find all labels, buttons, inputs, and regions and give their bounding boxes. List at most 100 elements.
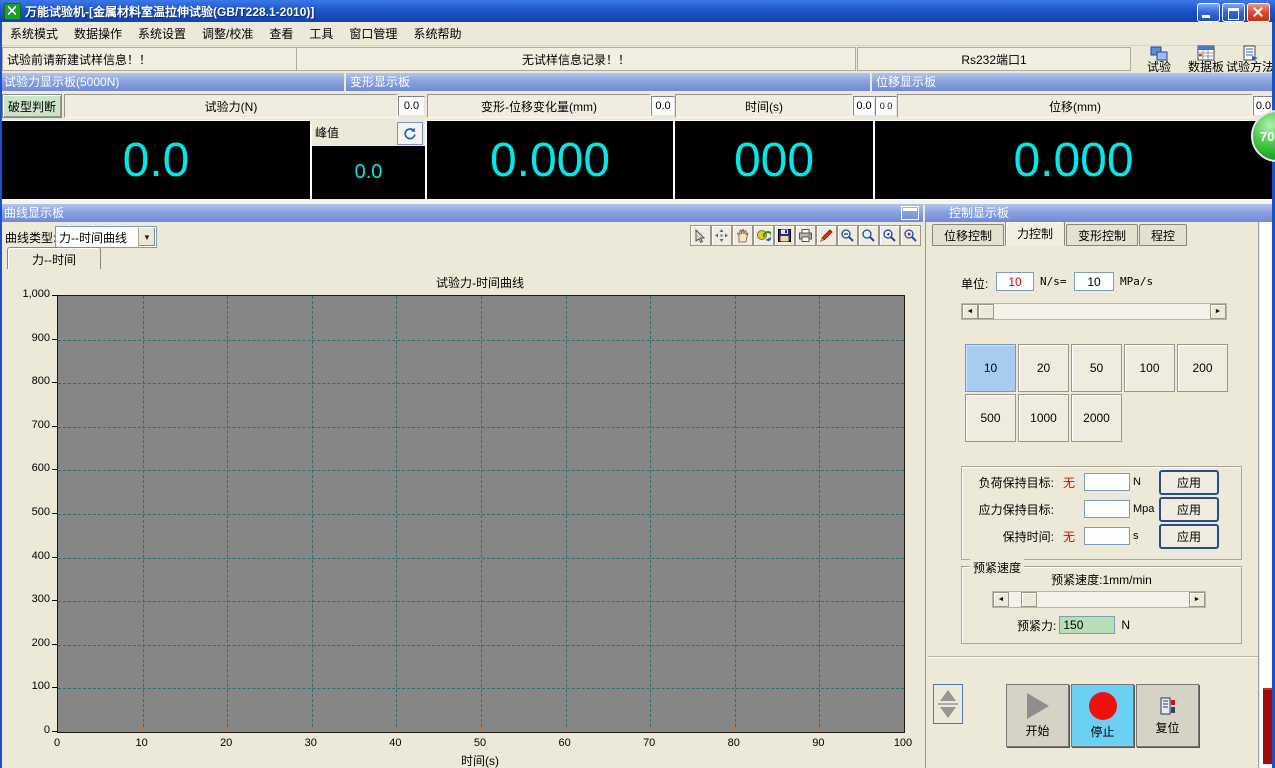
y-tick-mark xyxy=(52,469,57,470)
menu-item-5[interactable]: 查看 xyxy=(261,22,301,45)
rate-scrollbar[interactable]: ◄ ► xyxy=(961,303,1227,320)
test-method-button[interactable]: 试验方法 xyxy=(1226,45,1274,73)
control-tab-4[interactable]: 程控 xyxy=(1139,224,1187,246)
zoom-reset-icon[interactable] xyxy=(900,225,921,246)
pretension-force-input[interactable] xyxy=(1059,616,1115,634)
pretension-scrollbar[interactable]: ◄ ► xyxy=(992,591,1206,608)
stress-hold-input[interactable] xyxy=(1084,500,1130,518)
plot-area[interactable] xyxy=(57,295,905,733)
chart-title: 试验力-时间曲线 xyxy=(57,274,903,291)
scroll-right-arrow-icon[interactable]: ► xyxy=(1210,304,1226,319)
scrollbar-track[interactable] xyxy=(994,304,1210,319)
scrollbar-thumb[interactable] xyxy=(1021,592,1037,607)
speed-button-100[interactable]: 100 xyxy=(1124,344,1175,392)
speed-button-20[interactable]: 20 xyxy=(1018,344,1069,392)
hold-time-row: 保持时间: 无 s 应用 xyxy=(968,524,1235,548)
status-message-center: 无试样信息记录！！ xyxy=(296,47,856,71)
x-tick-label: 90 xyxy=(798,737,838,749)
speed-button-1000[interactable]: 1000 xyxy=(1018,394,1069,442)
rate-n-input[interactable] xyxy=(996,272,1034,291)
select-cursor-icon[interactable] xyxy=(690,225,711,246)
chevron-down-icon[interactable]: ▼ xyxy=(138,227,156,247)
curve-type-select[interactable]: 力--时间曲线 ▼ xyxy=(55,226,157,248)
menu-item-8[interactable]: 系统帮助 xyxy=(405,22,469,45)
zoom-icon[interactable] xyxy=(858,225,879,246)
v-gridline xyxy=(143,296,144,732)
jog-up-icon[interactable] xyxy=(940,690,956,701)
pan-move-icon[interactable] xyxy=(711,225,732,246)
speed-button-10[interactable]: 10 xyxy=(965,344,1016,392)
stress-hold-apply-button[interactable]: 应用 xyxy=(1159,497,1219,522)
chart-region: 试验力-时间曲线 试验力(N) 时间(s) 010020030040050060… xyxy=(0,269,925,768)
pretension-group-title: 预紧速度 xyxy=(970,559,1024,576)
reset-button[interactable]: 复位 xyxy=(1136,684,1199,747)
break-detect-button[interactable]: 破型判断 xyxy=(2,94,62,118)
scroll-left-arrow-icon[interactable]: ◄ xyxy=(993,592,1009,607)
stress-hold-unit: Mpa xyxy=(1130,503,1159,515)
control-tabs: 位移控制力控制变形控制程控 xyxy=(932,223,1188,246)
print-icon[interactable] xyxy=(795,225,816,246)
play-icon xyxy=(1027,693,1049,719)
menu-item-7[interactable]: 窗口管理 xyxy=(341,22,405,45)
speed-button-500[interactable]: 500 xyxy=(965,394,1016,442)
v-gridline xyxy=(396,296,397,732)
y-tick-label: 900 xyxy=(0,332,50,344)
menu-item-6[interactable]: 工具 xyxy=(301,22,341,45)
control-tab-1[interactable]: 位移控制 xyxy=(932,224,1004,246)
load-hold-apply-button[interactable]: 应用 xyxy=(1159,470,1219,495)
panel-restore-icon[interactable] xyxy=(901,206,919,220)
position-indicator-bar xyxy=(1263,688,1272,764)
scroll-left-arrow-icon[interactable]: ◄ xyxy=(962,304,978,319)
deform-display: 0.000 xyxy=(427,121,673,199)
start-button[interactable]: 开始 xyxy=(1006,684,1069,747)
curve-panel-header: 曲线显示板 xyxy=(0,204,923,222)
hold-time-apply-button[interactable]: 应用 xyxy=(1159,524,1219,549)
deform-label: 变形-位移变化量(mm) xyxy=(427,94,651,118)
peak-reset-button[interactable] xyxy=(397,122,423,145)
rate-mpa-input[interactable] xyxy=(1074,272,1114,291)
scrollbar-track[interactable] xyxy=(1037,592,1189,607)
minimize-button[interactable] xyxy=(1197,3,1220,22)
restore-button[interactable] xyxy=(1222,3,1245,22)
menu-item-1[interactable]: 系统模式 xyxy=(2,22,66,45)
load-hold-unit: N xyxy=(1130,476,1159,488)
test-button[interactable]: 试验 xyxy=(1140,45,1178,73)
control-tab-3[interactable]: 变形控制 xyxy=(1066,224,1138,246)
stress-hold-label: 应力保持目标: xyxy=(968,501,1054,518)
y-tick-label: 600 xyxy=(0,462,50,474)
curve-tab-force-time[interactable]: 力--时间 xyxy=(7,247,101,270)
zoom-out-icon[interactable] xyxy=(837,225,858,246)
stress-hold-row: 应力保持目标: Mpa 应用 xyxy=(968,497,1235,521)
unit-eq-label: N/s= xyxy=(1040,275,1067,288)
y-tick-mark xyxy=(52,731,57,732)
hold-time-input[interactable] xyxy=(1084,527,1130,545)
crosshead-jog-control[interactable] xyxy=(933,684,963,724)
menu-item-4[interactable]: 调整/校准 xyxy=(194,22,261,45)
speed-button-2000[interactable]: 2000 xyxy=(1071,394,1122,442)
close-button[interactable] xyxy=(1247,3,1270,22)
hand-pan-icon[interactable] xyxy=(732,225,753,246)
time-display: 000 xyxy=(675,121,873,199)
unit-label: 单位: xyxy=(961,275,988,292)
scrollbar-thumb[interactable] xyxy=(978,304,994,319)
bottom-separator xyxy=(928,656,1259,658)
save-icon[interactable] xyxy=(774,225,795,246)
control-tab-2[interactable]: 力控制 xyxy=(1005,221,1065,246)
refresh-curve-icon[interactable] xyxy=(753,225,774,246)
zoom-window-icon[interactable] xyxy=(879,225,900,246)
stop-button[interactable]: 停止 xyxy=(1071,684,1134,747)
annotate-pen-icon[interactable] xyxy=(816,225,837,246)
scroll-right-arrow-icon[interactable]: ► xyxy=(1189,592,1205,607)
speed-button-200[interactable]: 200 xyxy=(1177,344,1228,392)
menu-item-3[interactable]: 系统设置 xyxy=(130,22,194,45)
force-panel-header: 试验力显示板(5000N) xyxy=(0,73,344,91)
load-hold-input[interactable] xyxy=(1084,473,1130,491)
speed-button-50[interactable]: 50 xyxy=(1071,344,1122,392)
application-window: 万能试验机-[金属材料室温拉伸试验(GB/T228.1-2010)] 系统模式数… xyxy=(0,0,1275,768)
control-panel-header: 控制显示板 xyxy=(925,204,1275,222)
reset-arrow-icon xyxy=(403,127,417,141)
y-tick-mark xyxy=(52,295,57,296)
jog-down-icon[interactable] xyxy=(940,707,956,718)
data-board-button[interactable]: 数据板 xyxy=(1183,45,1229,73)
menu-item-2[interactable]: 数据操作 xyxy=(66,22,130,45)
